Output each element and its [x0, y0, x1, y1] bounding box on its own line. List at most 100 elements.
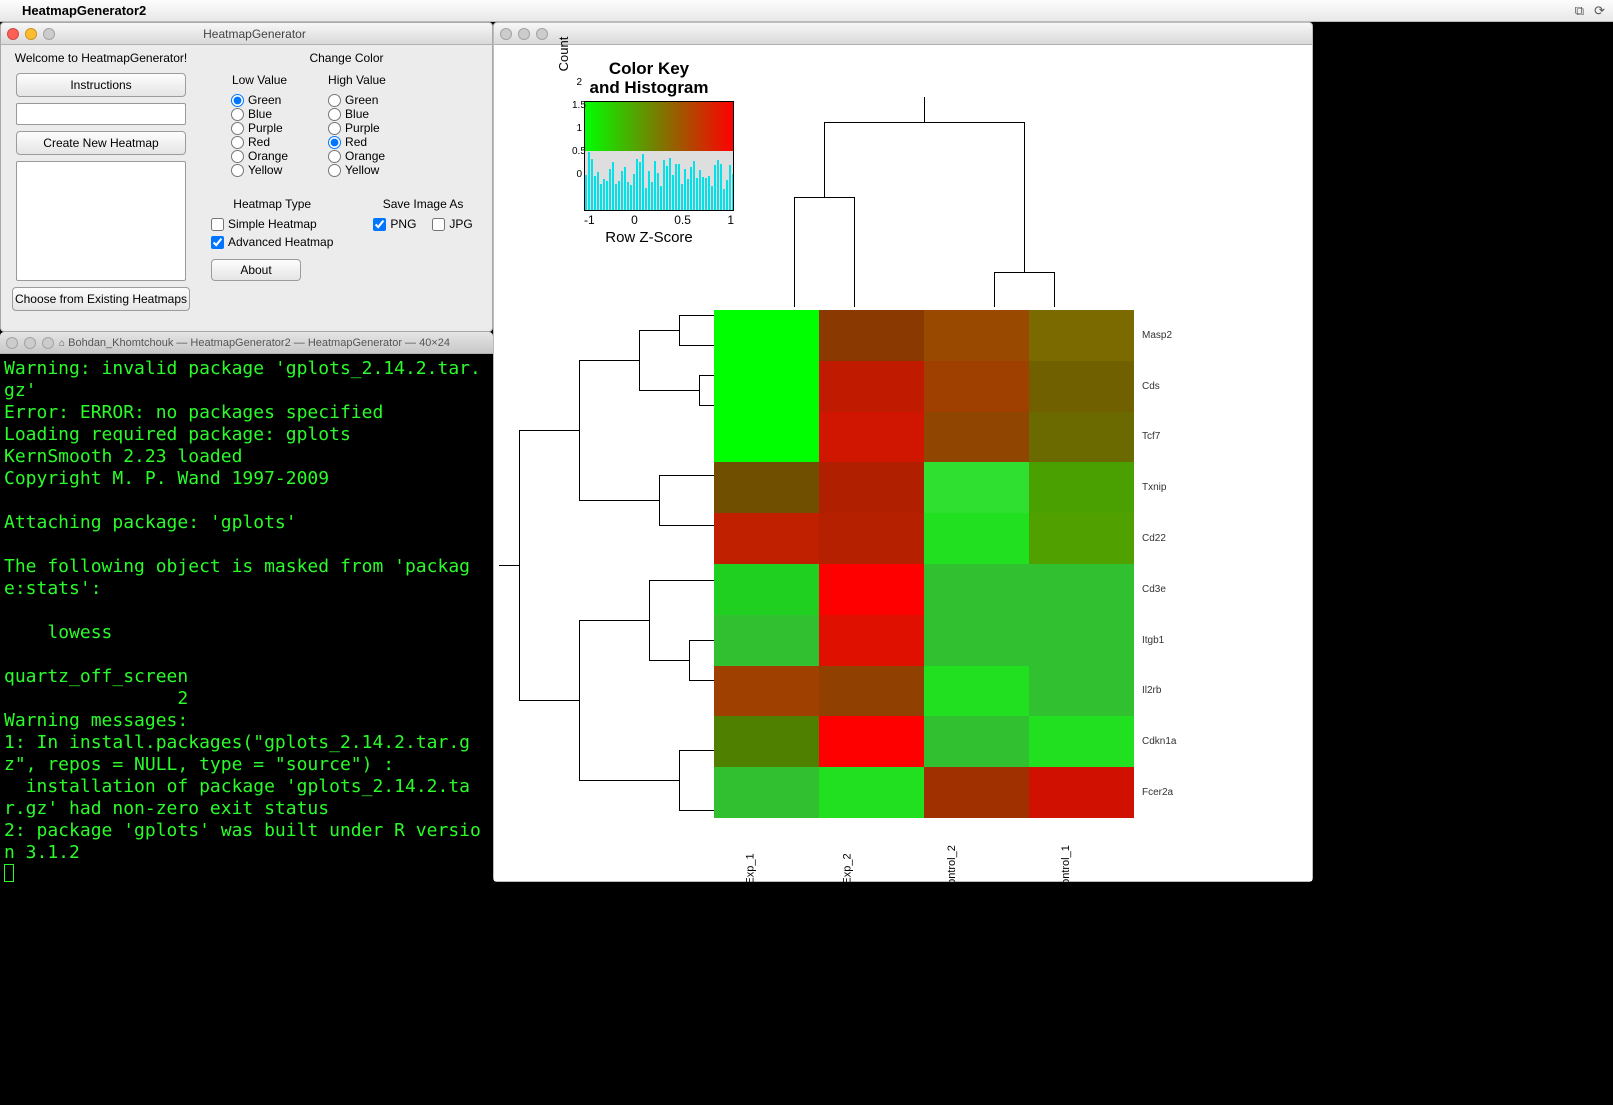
heatmap-cell	[714, 513, 819, 564]
heatmap-cell	[714, 716, 819, 767]
column-dendrogram	[794, 97, 1054, 307]
terminal-title: ⌂ Bohdan_Khomtchouk — HeatmapGenerator2 …	[22, 337, 487, 349]
minimize-icon[interactable]	[518, 28, 530, 40]
heatmap-cell	[924, 513, 1029, 564]
heatmap-cell	[924, 361, 1029, 412]
terminal-titlebar[interactable]: ⌂ Bohdan_Khomtchouk — HeatmapGenerator2 …	[0, 332, 493, 354]
control-window: HeatmapGenerator Welcome to HeatmapGener…	[0, 22, 493, 332]
terminal-window: ⌂ Bohdan_Khomtchouk — HeatmapGenerator2 …	[0, 332, 493, 892]
column-label: Exp_1	[744, 853, 780, 884]
heatmap-cell	[1029, 615, 1134, 666]
row-label: Txnip	[1142, 482, 1176, 493]
save-as-label: Save Image As	[373, 197, 472, 211]
heatmap-cell	[1029, 716, 1134, 767]
close-icon[interactable]	[6, 337, 18, 349]
heatmap-cell	[714, 361, 819, 412]
high-color-group: High Value GreenBluePurpleRedOrangeYello…	[328, 73, 386, 177]
file-input[interactable]	[16, 103, 186, 125]
colorkey-xticks: -100.51	[584, 213, 734, 227]
choose-existing-button[interactable]: Choose from Existing Heatmaps	[12, 287, 190, 311]
low-value-label: Low Value	[231, 73, 288, 87]
close-icon[interactable]	[7, 28, 19, 40]
plot-titlebar[interactable]	[494, 23, 1312, 45]
low-color-yellow-radio[interactable]: Yellow	[231, 163, 288, 177]
heatmap-cell	[1029, 412, 1134, 463]
row-label: Fcer2a	[1142, 787, 1176, 798]
high-color-blue-radio[interactable]: Blue	[328, 107, 386, 121]
heatmap-cell	[1029, 462, 1134, 513]
close-icon[interactable]	[500, 28, 512, 40]
heatmap-cell	[924, 310, 1029, 361]
colorkey-title2: and Histogram	[554, 78, 744, 97]
low-color-group: Low Value GreenBluePurpleRedOrangeYellow	[231, 73, 288, 177]
heatmap-cell	[819, 666, 924, 717]
desktop-background	[493, 882, 1613, 1105]
heatmap-cell	[1029, 513, 1134, 564]
low-color-purple-radio[interactable]: Purple	[231, 121, 288, 135]
png-checkbox[interactable]: PNG	[373, 217, 416, 231]
row-label: Cds	[1142, 381, 1176, 392]
heatmap-type-label: Heatmap Type	[211, 197, 333, 211]
heatmap-cell	[819, 310, 924, 361]
zoom-icon[interactable]	[536, 28, 548, 40]
row-dendrogram	[499, 310, 714, 820]
colorkey-histogram	[584, 151, 734, 211]
colorkey-xlabel: Row Z-Score	[554, 229, 744, 246]
dual-screen-icon[interactable]: ⧉	[1575, 3, 1584, 19]
heatmap-cell	[1029, 310, 1134, 361]
instructions-button[interactable]: Instructions	[16, 73, 186, 97]
heatmap-cell	[714, 564, 819, 615]
low-color-blue-radio[interactable]: Blue	[231, 107, 288, 121]
jpg-checkbox[interactable]: JPG	[432, 217, 472, 231]
about-button[interactable]: About	[211, 259, 301, 281]
low-color-red-radio[interactable]: Red	[231, 135, 288, 149]
heatmap-cell	[819, 615, 924, 666]
high-color-orange-radio[interactable]: Orange	[328, 149, 386, 163]
heatmap-cell	[924, 666, 1029, 717]
heatmap-cell	[819, 412, 924, 463]
heatmap-cell	[1029, 361, 1134, 412]
colorkey-title1: Color Key	[554, 59, 744, 78]
row-label: Cd22	[1142, 533, 1176, 544]
heatmap-cell	[714, 615, 819, 666]
row-label: Cdkn1a	[1142, 736, 1176, 747]
terminal-output[interactable]: Warning: invalid package 'gplots_2.14.2.…	[0, 354, 493, 892]
create-heatmap-button[interactable]: Create New Heatmap	[16, 131, 186, 155]
color-key: Color Key and Histogram Count 21.510.50 …	[554, 59, 744, 246]
plot-area: Color Key and Histogram Count 21.510.50 …	[494, 45, 1312, 881]
column-labels: Exp_1Exp_2Control_2Control_1	[714, 827, 1134, 887]
sync-icon[interactable]: ⟳	[1594, 3, 1605, 19]
low-color-green-radio[interactable]: Green	[231, 93, 288, 107]
heatmap-cell	[1029, 767, 1134, 818]
heatmap-listbox[interactable]	[16, 161, 186, 281]
high-value-label: High Value	[328, 73, 386, 87]
heatmap-cell	[819, 513, 924, 564]
high-color-red-radio[interactable]: Red	[328, 135, 386, 149]
high-color-yellow-radio[interactable]: Yellow	[328, 163, 386, 177]
heatmap-cell	[819, 462, 924, 513]
heatmap-cell	[924, 462, 1029, 513]
high-color-purple-radio[interactable]: Purple	[328, 121, 386, 135]
control-title: HeatmapGenerator	[23, 27, 486, 41]
heatmap-cell	[924, 412, 1029, 463]
heatmap-cell	[714, 462, 819, 513]
control-titlebar[interactable]: HeatmapGenerator	[1, 23, 492, 45]
row-label: Masp2	[1142, 330, 1176, 341]
simple-heatmap-checkbox[interactable]: Simple Heatmap	[211, 217, 333, 231]
low-color-orange-radio[interactable]: Orange	[231, 149, 288, 163]
advanced-heatmap-checkbox[interactable]: Advanced Heatmap	[211, 235, 333, 249]
colorkey-gradient	[584, 101, 734, 151]
heatmap-cell	[1029, 666, 1134, 717]
app-menu[interactable]: HeatmapGenerator2	[22, 3, 146, 18]
row-label: Itgb1	[1142, 635, 1176, 646]
heatmap-cell	[714, 412, 819, 463]
row-label: Cd3e	[1142, 584, 1176, 595]
heatmap-cell	[1029, 564, 1134, 615]
heatmap-cell	[924, 615, 1029, 666]
plot-window: Color Key and Histogram Count 21.510.50 …	[493, 22, 1313, 882]
terminal-cursor	[4, 864, 14, 882]
row-labels: Masp2CdsTcf7TxnipCd22Cd3eItgb1Il2rbCdkn1…	[1142, 310, 1176, 818]
high-color-green-radio[interactable]: Green	[328, 93, 386, 107]
heatmap-cell	[924, 716, 1029, 767]
menubar: HeatmapGenerator2 ⧉ ⟳	[0, 0, 1613, 22]
